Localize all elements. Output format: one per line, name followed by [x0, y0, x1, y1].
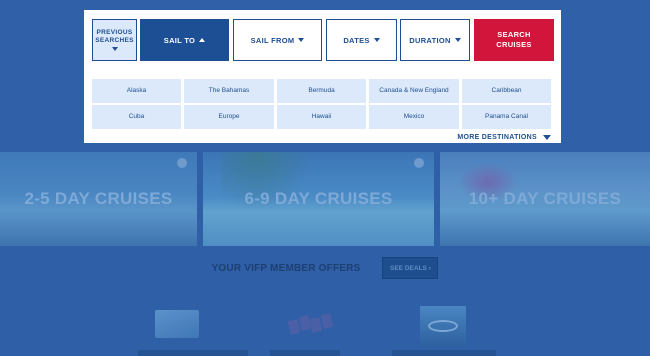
destination-canada-new-england[interactable]: Canada & New England: [369, 79, 459, 103]
destination-hawaii[interactable]: Hawaii: [277, 105, 366, 129]
sail-to-button[interactable]: SAIL TO: [140, 19, 229, 61]
duration-label: DURATION: [409, 35, 451, 45]
duration-tiles: 2-5 DAY CRUISES 6-9 DAY CRUISES 10+ DAY …: [0, 152, 650, 246]
tile-label: 10+ DAY CRUISES: [468, 189, 622, 208]
chevron-down-icon: [543, 135, 551, 140]
member-offers-bar: YOUR VIFP MEMBER OFFERS SEE DEALS ›: [0, 256, 650, 280]
previous-label: PREVIOUS: [96, 29, 133, 36]
promo-caption-1: [138, 350, 248, 356]
more-destinations-link[interactable]: MORE DESTINATIONS: [457, 134, 551, 141]
promo-deals-image[interactable]: [287, 312, 334, 338]
see-deals-button[interactable]: SEE DEALS ›: [382, 257, 439, 279]
destination-caribbean[interactable]: Caribbean: [462, 79, 551, 103]
destination-cuba[interactable]: Cuba: [92, 105, 181, 129]
promo-caption-2: [270, 350, 340, 356]
cruises-label: CRUISES: [496, 40, 532, 49]
chevron-up-icon: [199, 38, 206, 42]
destination-panama-canal[interactable]: Panama Canal: [462, 105, 551, 129]
destination-bermuda[interactable]: Bermuda: [277, 79, 366, 103]
previous-searches-button[interactable]: PREVIOUS SEARCHES: [92, 19, 137, 61]
tile-2-5-day-cruises[interactable]: 2-5 DAY CRUISES: [0, 152, 197, 246]
dates-button[interactable]: DATES: [326, 19, 397, 61]
destination-mexico[interactable]: Mexico: [369, 105, 459, 129]
promo-ship-image[interactable]: [420, 306, 466, 348]
dates-label: DATES: [343, 35, 370, 45]
destination-grid: Alaska The Bahamas Bermuda Canada & New …: [92, 79, 554, 129]
search-label: SEARCH: [497, 30, 531, 39]
searches-label: SEARCHES: [95, 37, 134, 44]
tile-label: 6-9 DAY CRUISES: [244, 189, 393, 208]
chevron-down-icon: [298, 38, 305, 42]
destination-alaska[interactable]: Alaska: [92, 79, 181, 103]
chevron-down-icon: [111, 47, 118, 51]
sail-to-label: SAIL TO: [163, 35, 196, 45]
destination-europe[interactable]: Europe: [184, 105, 274, 129]
ship-icon: [428, 320, 458, 332]
cruise-search-panel: PREVIOUS SEARCHES SAIL TO SAIL FROM DATE…: [84, 10, 561, 143]
tile-6-9-day-cruises[interactable]: 6-9 DAY CRUISES: [203, 152, 434, 246]
sail-from-button[interactable]: SAIL FROM: [233, 19, 322, 61]
promo-card-image[interactable]: [155, 310, 199, 338]
chevron-down-icon: [373, 38, 380, 42]
favorite-icon: [414, 158, 424, 168]
duration-button[interactable]: DURATION: [400, 19, 470, 61]
promo-caption-3: [392, 350, 496, 356]
sail-from-label: SAIL FROM: [250, 35, 295, 45]
tile-label: 2-5 DAY CRUISES: [24, 189, 173, 208]
favorite-icon: [177, 158, 187, 168]
more-destinations-label: MORE DESTINATIONS: [457, 134, 537, 141]
destination-the-bahamas[interactable]: The Bahamas: [184, 79, 274, 103]
offers-title: YOUR VIFP MEMBER OFFERS: [211, 262, 361, 274]
tile-10-plus-day-cruises[interactable]: 10+ DAY CRUISES: [440, 152, 650, 246]
search-cruises-button[interactable]: SEARCH CRUISES: [474, 19, 554, 61]
chevron-down-icon: [454, 38, 461, 42]
